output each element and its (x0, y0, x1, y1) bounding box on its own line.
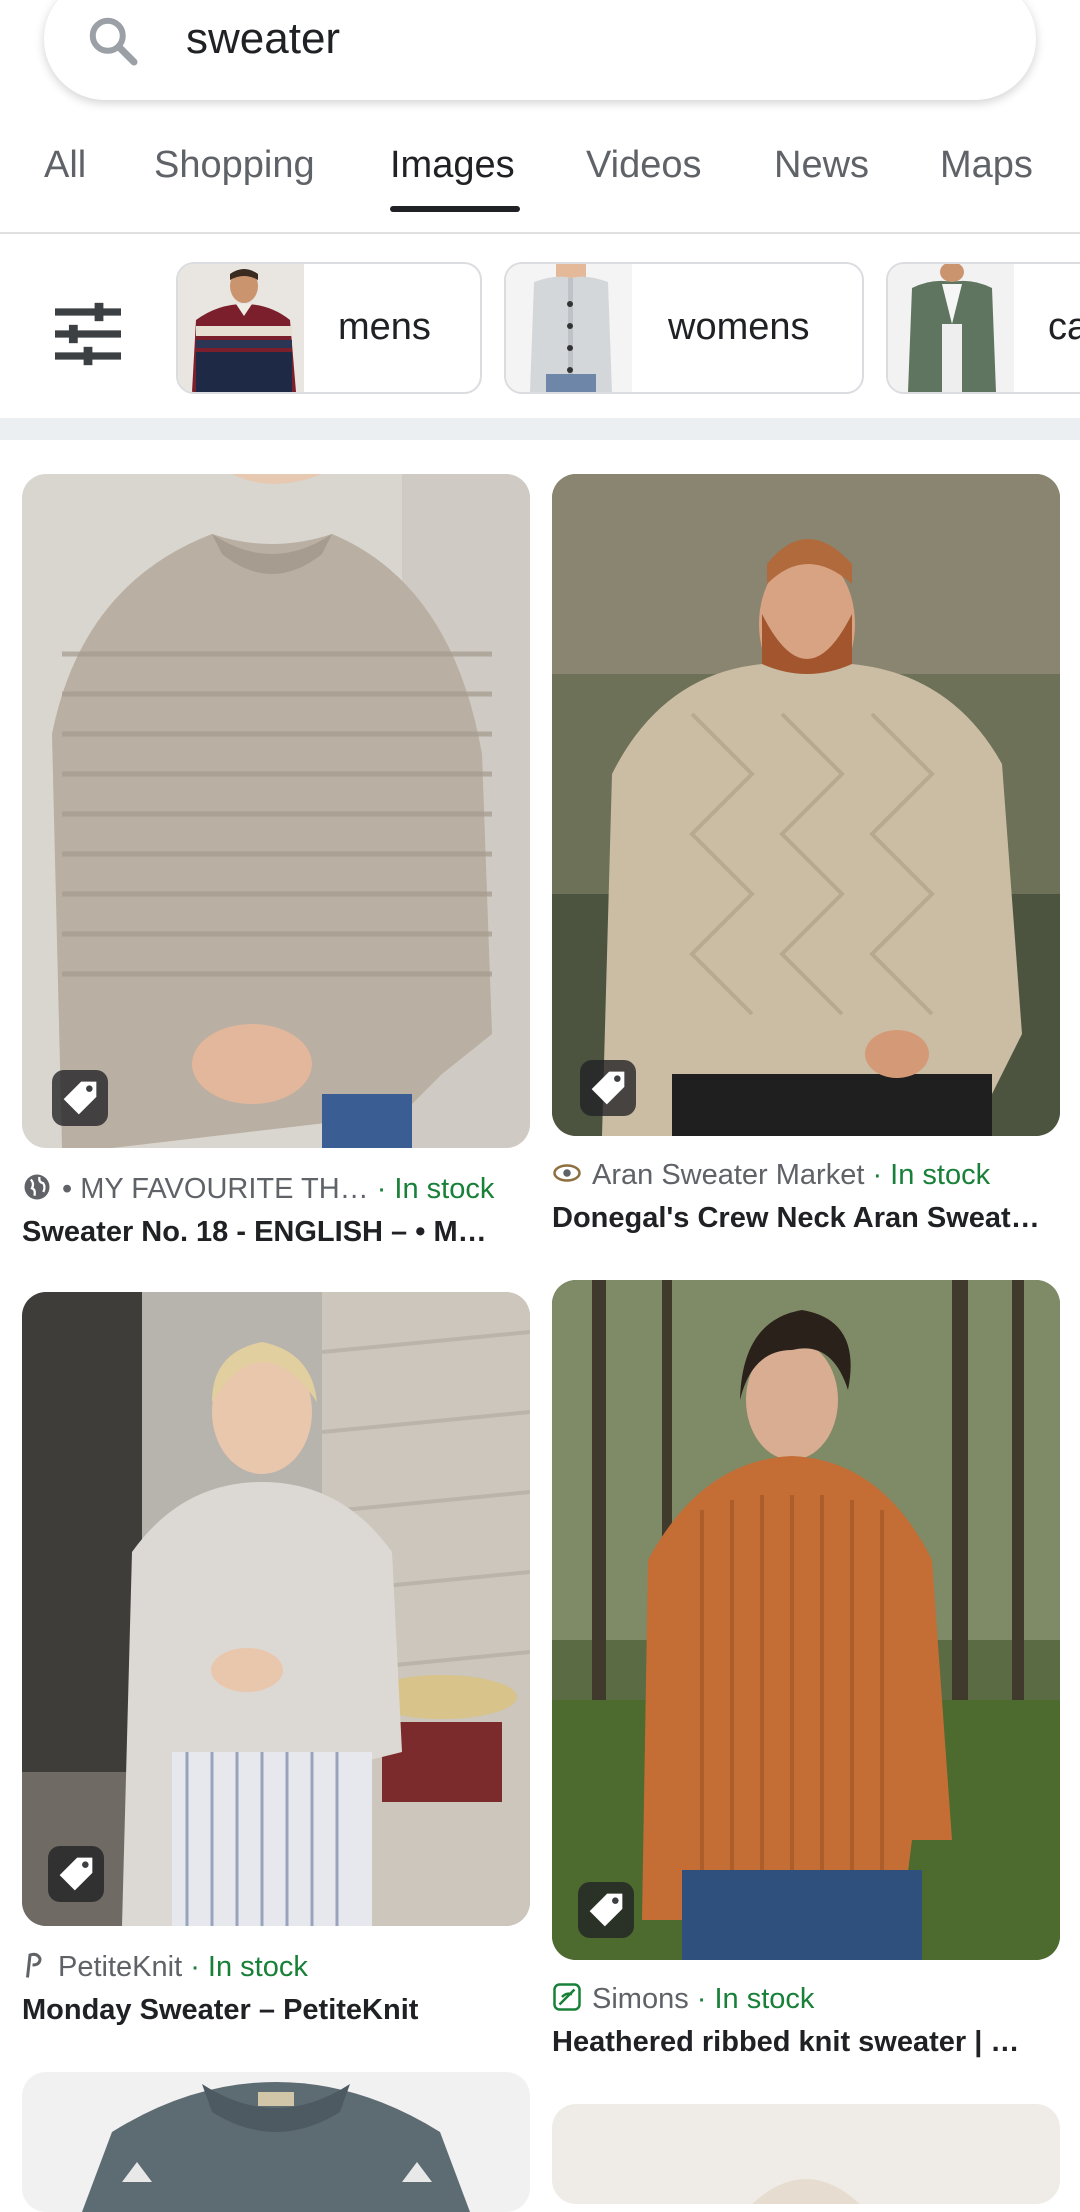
tab-shopping[interactable]: Shopping (154, 144, 315, 187)
result-image-6[interactable] (552, 2104, 1060, 2204)
shopping-tag-badge-4 (578, 1882, 634, 1938)
section-divider (0, 418, 1080, 440)
globe-icon (24, 1174, 50, 1200)
shopping-tag-badge-1 (52, 1070, 108, 1126)
chip-label-womens: womens (668, 306, 810, 348)
result-title-4[interactable]: Heathered ribbed knit sweater | … (552, 2026, 1052, 2059)
stock-status-3: · In stock (190, 1951, 308, 1983)
search-tabs: All Shopping Images Videos News Maps (0, 130, 1080, 234)
petiteknit-logo-icon (26, 1952, 42, 1978)
eye-logo-icon (553, 1164, 581, 1182)
shopping-tag-badge-2 (580, 1060, 636, 1116)
search-bar[interactable] (44, 0, 1036, 100)
sweater-photo-1 (22, 474, 530, 1148)
result-image-4[interactable] (552, 1280, 1060, 1960)
active-tab-indicator (390, 206, 520, 212)
search-input[interactable] (184, 6, 884, 72)
chip-womens[interactable]: womens (504, 262, 864, 394)
result-title-1[interactable]: Sweater No. 18 - ENGLISH – • M… (22, 1216, 522, 1249)
result-source-4[interactable]: Simons · In stock (552, 1982, 814, 2016)
result-image-5[interactable] (22, 2072, 530, 2212)
tab-images[interactable]: Images (390, 144, 515, 187)
tab-maps[interactable]: Maps (940, 144, 1033, 187)
stock-status-4: · In stock (696, 1983, 815, 2015)
chip-label-mens: mens (338, 306, 431, 348)
result-image-1[interactable] (22, 474, 530, 1148)
chip-thumbnail-mens (178, 264, 304, 392)
result-source-1[interactable]: • MY FAVOURITE TH… · In stock (22, 1172, 494, 1206)
filter-tune-icon[interactable] (44, 290, 132, 378)
result-title-2[interactable]: Donegal's Crew Neck Aran Sweat… (552, 1202, 1052, 1235)
source-name-2: Aran Sweater Market (592, 1159, 865, 1191)
chip-mens[interactable]: mens (176, 262, 482, 394)
result-image-3[interactable] (22, 1292, 530, 1926)
sweater-photo-5 (22, 2072, 530, 2212)
tab-videos[interactable]: Videos (586, 144, 702, 187)
source-name-4: Simons (592, 1983, 689, 2015)
tab-all[interactable]: All (44, 144, 86, 187)
tab-news[interactable]: News (774, 144, 869, 187)
result-image-2[interactable] (552, 474, 1060, 1136)
source-name-1: • MY FAVOURITE TH… (62, 1173, 369, 1205)
source-name-3: PetiteKnit (58, 1951, 183, 1983)
sweater-photo-3 (22, 1292, 530, 1926)
sweater-photo-2 (552, 474, 1060, 1136)
result-source-2[interactable]: Aran Sweater Market · In stock (552, 1158, 990, 1192)
chip-label-cardigan: ca (1048, 306, 1080, 348)
simons-logo-icon (553, 1983, 581, 2011)
search-icon[interactable] (84, 12, 144, 72)
stock-status-2: · In stock (872, 1159, 991, 1191)
sweater-photo-6 (552, 2104, 1060, 2204)
price-tag-icon (589, 1893, 623, 1927)
refinement-chips: mens womens ca (0, 236, 1080, 418)
chip-thumbnail-cardigan (888, 264, 1014, 392)
sweater-photo-4 (552, 1280, 1060, 1960)
shopping-tag-badge-3 (48, 1846, 104, 1902)
chip-thumbnail-womens (506, 264, 632, 392)
result-title-3[interactable]: Monday Sweater – PetiteKnit (22, 1994, 522, 2027)
stock-status-1: · In stock (376, 1173, 495, 1205)
chip-cardigan[interactable]: ca (886, 262, 1080, 394)
result-source-3[interactable]: PetiteKnit · In stock (22, 1950, 308, 1984)
price-tag-icon (59, 1857, 93, 1891)
price-tag-icon (63, 1081, 97, 1115)
price-tag-icon (591, 1071, 625, 1105)
